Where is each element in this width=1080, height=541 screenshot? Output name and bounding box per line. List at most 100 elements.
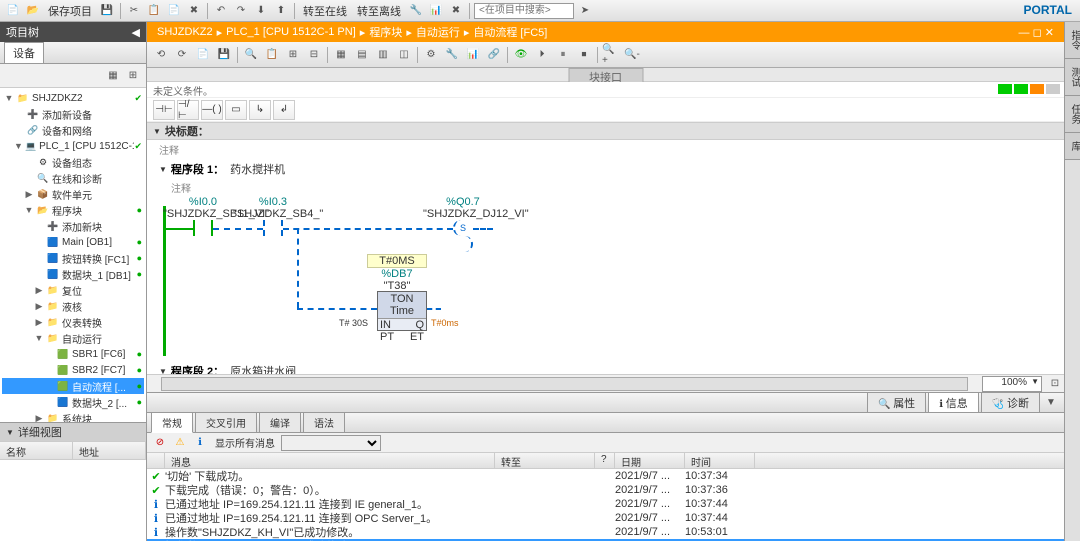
info-tab[interactable]: ℹ 信息 (928, 392, 979, 414)
et-icon[interactable]: ▦ (331, 45, 351, 65)
nav-box-icon[interactable]: ▭ (225, 100, 247, 120)
tree-item[interactable]: 🟩SBR2 [FC7]● (2, 362, 144, 378)
download-icon[interactable]: ⬇ (252, 2, 270, 20)
et-icon[interactable]: 🔧 (442, 45, 462, 65)
interface-collapse-bar[interactable]: 块接口 ▼ ▲ (147, 68, 1064, 82)
et-icon[interactable]: ⏹ (574, 45, 594, 65)
monitor-icon[interactable]: 👁 (511, 45, 531, 65)
et-icon[interactable]: 📊 (463, 45, 483, 65)
et-icon[interactable]: 🔗 (484, 45, 504, 65)
delete-icon[interactable]: ✖ (185, 2, 203, 20)
et-icon[interactable]: ⏵ (532, 45, 552, 65)
diagnostics-tab[interactable]: 🩺 诊断 (981, 392, 1040, 414)
instructions-tab[interactable]: 指令 (1065, 22, 1080, 59)
info-filter-icon[interactable]: ℹ (191, 434, 209, 452)
tag[interactable]: %I0.3 "SHJZDKZ_SB4_" (233, 196, 313, 220)
network1-comment[interactable]: 注释 (147, 179, 1064, 196)
zoom-fit-icon[interactable]: ⊡ (1046, 375, 1064, 393)
message-row[interactable]: ℹ已通过地址 IP=169.254.121.11 连接到 IE general_… (147, 497, 1064, 511)
tree-item[interactable]: ▼📂程序块● (2, 202, 144, 218)
et-icon[interactable]: ⟳ (172, 45, 192, 65)
save-icon[interactable]: 💾 (98, 2, 116, 20)
tree-item[interactable]: ▼📁SHJZDKZ2✔ (2, 90, 144, 106)
et-icon[interactable]: ▤ (352, 45, 372, 65)
tree-tool1-icon[interactable]: ▦ (104, 67, 122, 85)
tree-item[interactable]: ▶📦软件单元 (2, 186, 144, 202)
paste-icon[interactable]: 📄 (165, 2, 183, 20)
et-icon[interactable]: ⊟ (304, 45, 324, 65)
tree-item[interactable]: ▼📁自动运行 (2, 330, 144, 346)
crossref-tab[interactable]: 交叉引用 (195, 412, 257, 433)
tree-item[interactable]: ▶📁液核 (2, 298, 144, 314)
editor-hscroll[interactable]: 100% ⊡ (147, 374, 1064, 392)
message-body[interactable]: ✔'切始' 下载成功。2021/9/7 ...10:37:34✔下载完成（错误：… (147, 469, 1064, 541)
timer-block[interactable]: TON Time INQ PTET (377, 291, 427, 331)
et-icon[interactable]: ⟲ (151, 45, 171, 65)
tree-item[interactable]: ⚙设备组态 (2, 154, 144, 170)
et-icon[interactable]: ⊞ (283, 45, 303, 65)
message-row[interactable]: ✔'切始' 下载成功。2021/9/7 ...10:37:34 (147, 469, 1064, 483)
properties-tab[interactable]: 🔍 属性 (867, 392, 926, 414)
block-comment[interactable]: 注释 (147, 140, 1064, 159)
compile-tab[interactable]: 编译 (259, 412, 301, 433)
nav-branch2-icon[interactable]: ↲ (273, 100, 295, 120)
message-row[interactable]: ℹ操作数"SHJZDKZ_KH_VI"已成功修改。2021/9/7 ...10:… (147, 525, 1064, 539)
tool-icon[interactable]: 🔧 (407, 2, 425, 20)
et-icon[interactable]: 🔍 (241, 45, 261, 65)
collapse-icon[interactable]: ▼ (159, 165, 167, 174)
save-project-button[interactable]: 保存项目 (44, 3, 96, 19)
et-icon[interactable]: ▥ (373, 45, 393, 65)
copy-icon[interactable]: 📋 (145, 2, 163, 20)
tree-item[interactable]: ▼💻PLC_1 [CPU 1512C-1 ...✔ (2, 138, 144, 154)
network2-header[interactable]: ▼ 程序段 2： 原水箱进水阀 (147, 361, 1064, 374)
portal-link[interactable]: PORTAL (1024, 3, 1072, 17)
tree-item[interactable]: 🟦数据块_1 [DB1]● (2, 266, 144, 282)
tasks-tab[interactable]: 任务 (1065, 96, 1080, 133)
tree-item[interactable]: 🟦Main [OB1]● (2, 234, 144, 250)
nav-contact-no-icon[interactable]: ⊣⊢ (153, 100, 175, 120)
redo-icon[interactable]: ↷ (232, 2, 250, 20)
go-online-button[interactable]: 转至在线 (299, 3, 351, 19)
et-icon[interactable]: 🔍+ (601, 45, 621, 65)
undo-icon[interactable]: ↶ (212, 2, 230, 20)
collapse-icon[interactable]: ▼ (153, 127, 161, 136)
open-icon[interactable]: 📂 (24, 2, 42, 20)
inspector-collapse-icon[interactable]: ▼ (1042, 394, 1060, 412)
project-search-input[interactable] (474, 3, 574, 19)
devices-tab[interactable]: 设备 (4, 42, 44, 63)
tree-item[interactable]: 🟦按钮转换 [FC1]● (2, 250, 144, 266)
tree-item[interactable]: 🟩自动流程 [...● (2, 378, 144, 394)
filter-select[interactable] (281, 435, 381, 451)
go-offline-button[interactable]: 转至离线 (353, 3, 405, 19)
upload-icon[interactable]: ⬆ (272, 2, 290, 20)
panel-collapse-icon[interactable]: ◀ (132, 26, 140, 39)
tree-item[interactable]: ▶📁复位 (2, 282, 144, 298)
project-tree[interactable]: ▼📁SHJZDKZ2✔➕添加新设备🔗设备和网络▼💻PLC_1 [CPU 1512… (0, 88, 146, 422)
contact-no[interactable] (263, 220, 283, 236)
tag[interactable]: %I0.0 "SHJZDKZ_SB11_VI" (163, 196, 243, 220)
coil-set[interactable]: S (453, 220, 473, 236)
network1-ladder[interactable]: %I0.0 "SHJZDKZ_SB11_VI" %I0.3 "SHJZDKZ_S… (147, 196, 1064, 361)
tree-item[interactable]: ➕添加新设备 (2, 106, 144, 122)
et-icon[interactable]: ⏸ (553, 45, 573, 65)
libraries-tab[interactable]: 库 (1065, 133, 1080, 160)
detail-view-header[interactable]: ▼ 详细视图 (0, 423, 146, 441)
syntax-tab[interactable]: 语法 (303, 412, 345, 433)
tree-item[interactable]: ➕添加新块 (2, 218, 144, 234)
new-icon[interactable]: 📄 (4, 2, 22, 20)
network1-header[interactable]: ▼ 程序段 1： 药水搅拌机 (147, 159, 1064, 179)
collapse-icon[interactable]: ▼ (159, 367, 167, 375)
nav-coil-icon[interactable]: —( ) (201, 100, 223, 120)
block-title-header[interactable]: ▼ 块标题： (147, 122, 1064, 140)
tree-item[interactable]: 🟩SBR1 [FC6]● (2, 346, 144, 362)
et-icon[interactable]: ◫ (394, 45, 414, 65)
tree-item[interactable]: 🟦数据块_2 [...● (2, 394, 144, 410)
et-icon[interactable]: 📄 (193, 45, 213, 65)
warning-filter-icon[interactable]: ⚠ (171, 434, 189, 452)
tag[interactable]: %Q0.7 "SHJZDKZ_DJ12_VI" (423, 196, 503, 220)
nav-branch-icon[interactable]: ↳ (249, 100, 271, 120)
message-row[interactable]: ℹ已通过地址 IP=169.254.121.11 连接到 OPC Server_… (147, 511, 1064, 525)
cut-icon[interactable]: ✂ (125, 2, 143, 20)
tree-item[interactable]: 🔗设备和网络 (2, 122, 144, 138)
et-icon[interactable]: 📋 (262, 45, 282, 65)
